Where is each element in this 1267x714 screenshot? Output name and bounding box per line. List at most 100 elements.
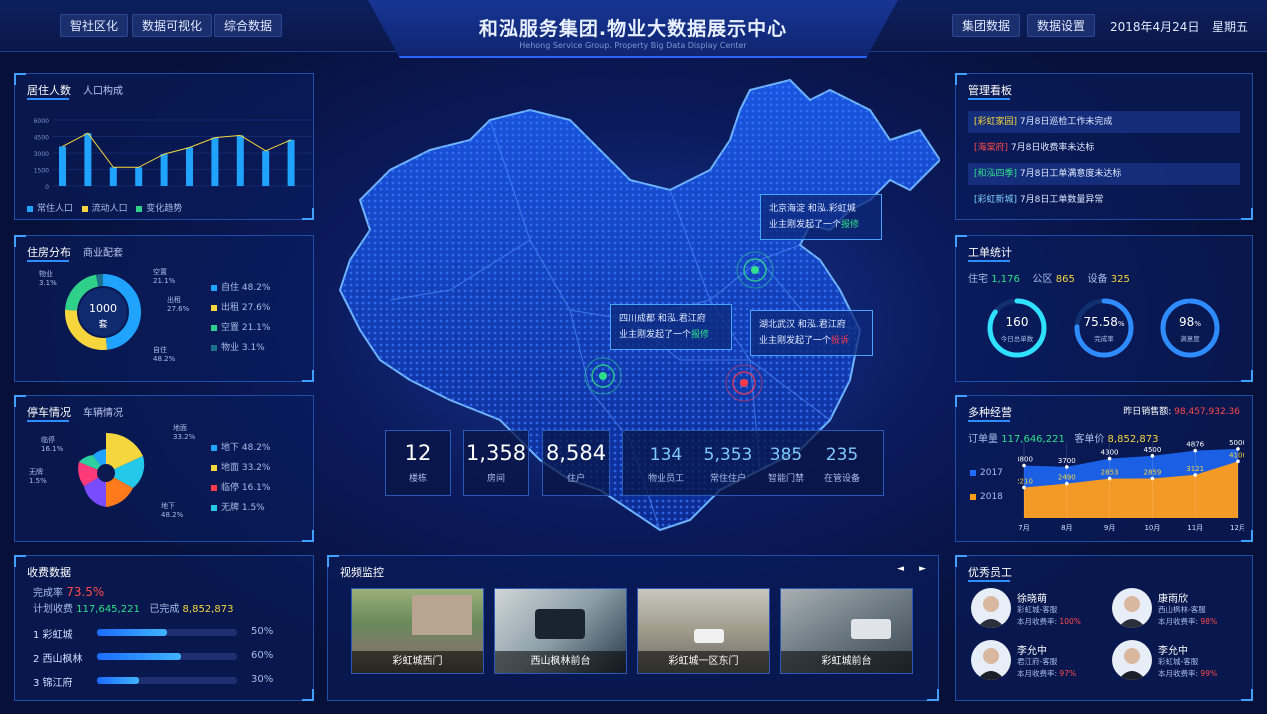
legend-dot: [211, 484, 217, 491]
legend-label: 出租 27.6%: [221, 303, 271, 313]
header-weekday: 星期五: [1212, 20, 1249, 34]
page-title: 和泓服务集团.物业大数据展示中心: [478, 18, 788, 40]
camera-feed-east-gate[interactable]: 彩虹城一区东门: [637, 588, 770, 674]
stat-label: 住户: [566, 474, 585, 484]
workorder-counts: 住宅 1,176 公区 865 设备 325: [968, 274, 1130, 285]
fee-row-fill: [97, 677, 139, 684]
fee-row-fill: [97, 629, 167, 636]
nav-data-visualization[interactable]: 数据可视化: [132, 14, 213, 37]
employee-card[interactable]: 康雨欣 西山枫林-客服 本月收费率: 98%: [1112, 588, 1242, 632]
sales-yesterday: 昨日销售额: 98,457,932.36: [1123, 407, 1240, 417]
legend-item: 空置 21.1%: [211, 318, 270, 338]
notice-item[interactable]: [彩虹家园] 7月8日巡检工作未完成: [968, 111, 1240, 133]
fee-done-value: 8,852,873: [182, 604, 234, 615]
bar: [84, 133, 92, 186]
legend-item: 地下 48.2%: [211, 438, 270, 458]
legend-label: 无牌 1.5%: [221, 503, 265, 513]
bar: [109, 167, 117, 186]
bar: [211, 137, 219, 186]
legend-label: 常住人口: [37, 204, 74, 214]
fee-row-pct: 30%: [251, 674, 274, 685]
video-next-button[interactable]: ►: [919, 564, 926, 574]
legend-dot: [211, 304, 217, 311]
legend-item: 物业 3.1%: [211, 338, 270, 358]
legend-item: 地面 33.2%: [211, 458, 270, 478]
bar: [135, 167, 143, 186]
bar: [59, 146, 66, 186]
rose-label-temp: 临停 16.1%: [41, 436, 64, 453]
video-prev-button[interactable]: ◄: [897, 564, 904, 574]
notice-item[interactable]: [和泓四季] 7月8日工单满意度未达标: [968, 163, 1240, 185]
map-marker-beijing[interactable]: [730, 245, 780, 295]
nav-data-settings[interactable]: 数据设置: [1027, 14, 1096, 37]
ring-completion-rate: 75.58% 完成率: [1073, 297, 1135, 359]
employee-card[interactable]: 徐晓萌 彩虹城-客服 本月收费率: 100%: [971, 588, 1101, 632]
header-date: 2018年4月24日: [1110, 20, 1200, 34]
count-equipment: 325: [1110, 274, 1130, 285]
panel-title: 优秀员工: [968, 566, 1012, 579]
callout-message: 业主刚发起了一个: [759, 336, 832, 346]
trend-line: [62, 132, 292, 168]
nav-smart-community[interactable]: 智社区化: [60, 14, 129, 37]
map-marker-wuhan[interactable]: [719, 358, 769, 408]
nav-comprehensive-data[interactable]: 综合数据: [214, 14, 283, 37]
notice-item[interactable]: [彩虹新城] 7月8日工单数量异常: [968, 189, 1240, 211]
legend-dot: [27, 205, 33, 212]
ring-value: 98: [1179, 315, 1195, 329]
legend-label: 空置 21.1%: [221, 323, 271, 333]
legend-label: 地面 33.2%: [221, 463, 271, 473]
panel-title: 收费数据: [27, 566, 71, 579]
data-label: 4100: [1229, 451, 1244, 459]
data-label: 2210: [1018, 477, 1033, 485]
legend-item: 临停 16.1%: [211, 478, 270, 498]
stat-group: 134 物业员工 5,353 常住住户 385 智能门禁 235 在管设备: [622, 430, 884, 496]
ring-label: 满意度: [1180, 335, 1200, 343]
panel-title: 住房分布: [27, 246, 71, 259]
nav-group-data[interactable]: 集团数据: [952, 14, 1021, 37]
notice-text: 7月8日巡检工作未完成: [1019, 117, 1113, 127]
tab-vehicles[interactable]: 车辆情况: [83, 404, 123, 419]
fee-row-fill: [97, 653, 181, 660]
title-underline: [968, 260, 1010, 262]
panel-title: 停车情况: [27, 406, 71, 419]
notice-item[interactable]: [海棠府] 7月8日收费率未达标: [968, 137, 1240, 159]
callout-tag-repair: 报修: [841, 220, 860, 230]
fee-plan: 计划收费 117,645,221 已完成 8,852,873: [33, 604, 234, 615]
camera-feed-front-desk[interactable]: 西山枫林前台: [494, 588, 627, 674]
callout-tag-repair: 报修: [691, 330, 710, 340]
operations-area-chart: 3800370043004500487650002210249028532859…: [1018, 439, 1244, 532]
callout-message: 业主刚发起了一个: [619, 330, 692, 340]
tab-commercial[interactable]: 商业配套: [83, 244, 123, 259]
bar: [262, 150, 270, 186]
sales-value: 98,457,932.36: [1174, 407, 1240, 417]
x-tick-label: 10月: [1144, 524, 1160, 532]
employee-card[interactable]: 李允中 彩虹城-客服 本月收费率: 99%: [1112, 640, 1242, 684]
legend-2017: 2017: [970, 468, 1003, 478]
stat-residents: 5,353 常住住户: [703, 445, 753, 484]
parking-rose-chart: [78, 432, 145, 507]
ring-label: 今日总单数: [1000, 335, 1034, 343]
employee-card[interactable]: 李允中 君江府-客服 本月收费率: 97%: [971, 640, 1101, 684]
tab-population-structure[interactable]: 人口构成: [83, 82, 123, 97]
y-tick-label: 1500: [34, 168, 49, 175]
panel-title: 工单统计: [968, 246, 1012, 259]
employee-info: 君江府-客服 本月收费率: 97%: [1017, 657, 1077, 678]
legend-item: 自住 48.2%: [211, 278, 270, 298]
housing-legend: 自住 48.2% 出租 27.6% 空置 21.1% 物业 3.1%: [211, 278, 270, 358]
title-underline: [27, 98, 69, 100]
panel-population: 居住人数 人口构成 6000 4500 3000 1500 0 常住人口 流动人口 变化…: [14, 73, 314, 220]
panel-title: 视频监控: [340, 566, 384, 579]
map-marker-chengdu[interactable]: [578, 351, 628, 401]
fee-row-bar: [97, 677, 237, 684]
camera-caption: 彩虹城一区东门: [638, 651, 769, 673]
fee-row-bar: [97, 629, 237, 636]
stat-value: 1,358: [465, 441, 527, 465]
legend-label: 流动人口: [91, 204, 128, 214]
stat-rooms: 1,358 房间: [463, 430, 529, 496]
legend-item: 出租 27.6%: [211, 298, 270, 318]
callout-chengdu: 四川成都 和泓.君江府 业主刚发起了一个报修: [610, 304, 732, 350]
employee-name: 徐晓萌: [1017, 594, 1047, 605]
camera-feed-lobby[interactable]: 彩虹城前台: [780, 588, 913, 674]
camera-feed-west-gate[interactable]: 彩虹城西门: [351, 588, 484, 674]
fee-plan-value: 117,645,221: [76, 604, 140, 615]
